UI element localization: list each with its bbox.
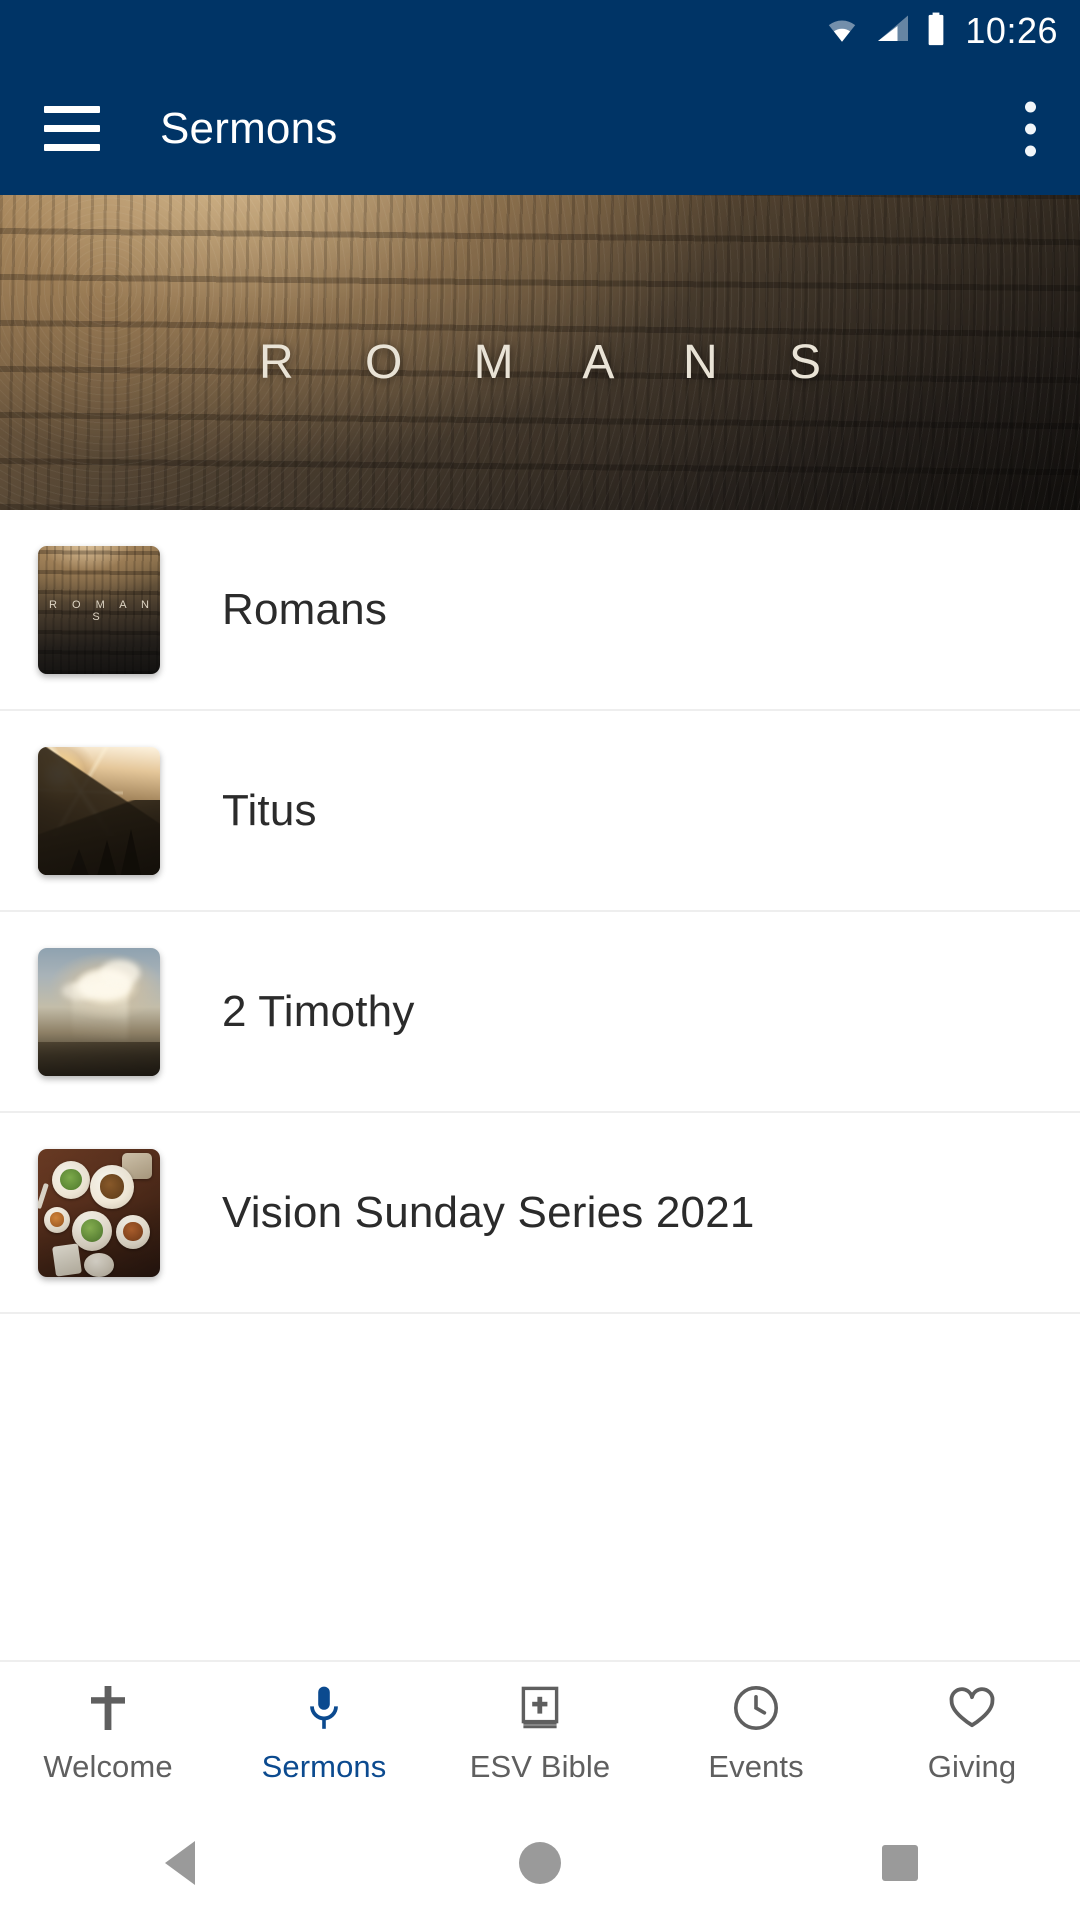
series-thumbnail: R O M A N S bbox=[38, 545, 160, 674]
horizon-ground bbox=[38, 1042, 160, 1076]
food-dish bbox=[44, 1206, 70, 1233]
list-item[interactable]: R O M A N S Romans bbox=[0, 510, 1080, 711]
home-circle-icon[interactable] bbox=[480, 1842, 600, 1884]
back-triangle-icon[interactable] bbox=[120, 1841, 240, 1885]
tab-events[interactable]: Events bbox=[648, 1662, 864, 1806]
tab-giving[interactable]: Giving bbox=[864, 1662, 1080, 1806]
list-item-label: 2 Timothy bbox=[222, 986, 415, 1036]
overflow-dot bbox=[1025, 101, 1036, 112]
app-bar: Sermons bbox=[0, 62, 1080, 195]
microphone-icon bbox=[304, 1683, 344, 1733]
tree-silhouette bbox=[96, 839, 118, 875]
tab-label: Sermons bbox=[261, 1749, 387, 1784]
heart-icon bbox=[948, 1683, 996, 1733]
timothy-artwork bbox=[38, 947, 160, 1076]
clock-icon bbox=[732, 1683, 780, 1733]
hamburger-bar bbox=[44, 144, 100, 151]
overflow-dot bbox=[1025, 123, 1036, 134]
hero-banner-title: R O M A N S bbox=[258, 336, 851, 389]
series-thumbnail bbox=[38, 947, 160, 1076]
cloud bbox=[62, 981, 96, 1000]
list-item-label: Romans bbox=[222, 584, 388, 634]
tab-welcome[interactable]: Welcome bbox=[0, 1662, 216, 1806]
food-dish bbox=[122, 1152, 152, 1179]
android-system-nav bbox=[0, 1806, 1080, 1920]
napkin bbox=[52, 1242, 82, 1277]
bottom-navigation-bar: Welcome Sermons ESV Bible Events Giving bbox=[0, 1660, 1080, 1806]
tree-silhouette bbox=[68, 848, 90, 875]
food-dish bbox=[116, 1214, 150, 1249]
battery-icon bbox=[925, 12, 947, 51]
list-item[interactable]: 2 Timothy bbox=[0, 912, 1080, 1113]
titus-artwork bbox=[38, 746, 160, 875]
food-dish bbox=[90, 1164, 134, 1209]
hero-banner[interactable]: R O M A N S bbox=[0, 195, 1080, 510]
tab-esv-bible[interactable]: ESV Bible bbox=[432, 1662, 648, 1806]
tab-label: Giving bbox=[927, 1749, 1017, 1784]
food-dish bbox=[72, 1210, 112, 1251]
overflow-dot bbox=[1025, 145, 1036, 156]
recents-square-icon[interactable] bbox=[840, 1845, 960, 1881]
cellular-signal-icon bbox=[875, 14, 911, 49]
series-thumbnail bbox=[38, 1148, 160, 1277]
sermon-series-list: R O M A N S Romans Titus 2 Timothy Visio… bbox=[0, 510, 1080, 1314]
cross-icon bbox=[86, 1683, 130, 1733]
list-item[interactable]: Titus bbox=[0, 711, 1080, 912]
bible-book-icon bbox=[517, 1683, 563, 1733]
page-title: Sermons bbox=[160, 103, 338, 153]
hamburger-bar bbox=[44, 125, 100, 132]
status-bar: 10:26 bbox=[0, 0, 1080, 62]
hamburger-menu-icon[interactable] bbox=[44, 106, 100, 151]
hamburger-bar bbox=[44, 106, 100, 113]
tab-label: Welcome bbox=[43, 1749, 173, 1784]
cloud bbox=[100, 959, 140, 986]
food-dish bbox=[52, 1160, 90, 1199]
status-clock: 10:26 bbox=[965, 10, 1058, 51]
vision-sunday-artwork bbox=[38, 1148, 160, 1277]
wifi-icon bbox=[823, 14, 861, 49]
more-vertical-icon[interactable] bbox=[1019, 95, 1042, 162]
series-thumbnail bbox=[38, 746, 160, 875]
thumbnail-caption: R O M A N S bbox=[49, 598, 155, 623]
food-dish bbox=[84, 1252, 114, 1277]
list-item-label: Vision Sunday Series 2021 bbox=[222, 1187, 755, 1237]
tree-silhouette bbox=[120, 828, 142, 875]
tab-label: Events bbox=[708, 1749, 804, 1784]
list-item-label: Titus bbox=[222, 785, 317, 835]
utensil bbox=[38, 1182, 49, 1209]
tab-sermons[interactable]: Sermons bbox=[216, 1662, 432, 1806]
tab-label: ESV Bible bbox=[469, 1749, 611, 1784]
list-item[interactable]: Vision Sunday Series 2021 bbox=[0, 1113, 1080, 1314]
